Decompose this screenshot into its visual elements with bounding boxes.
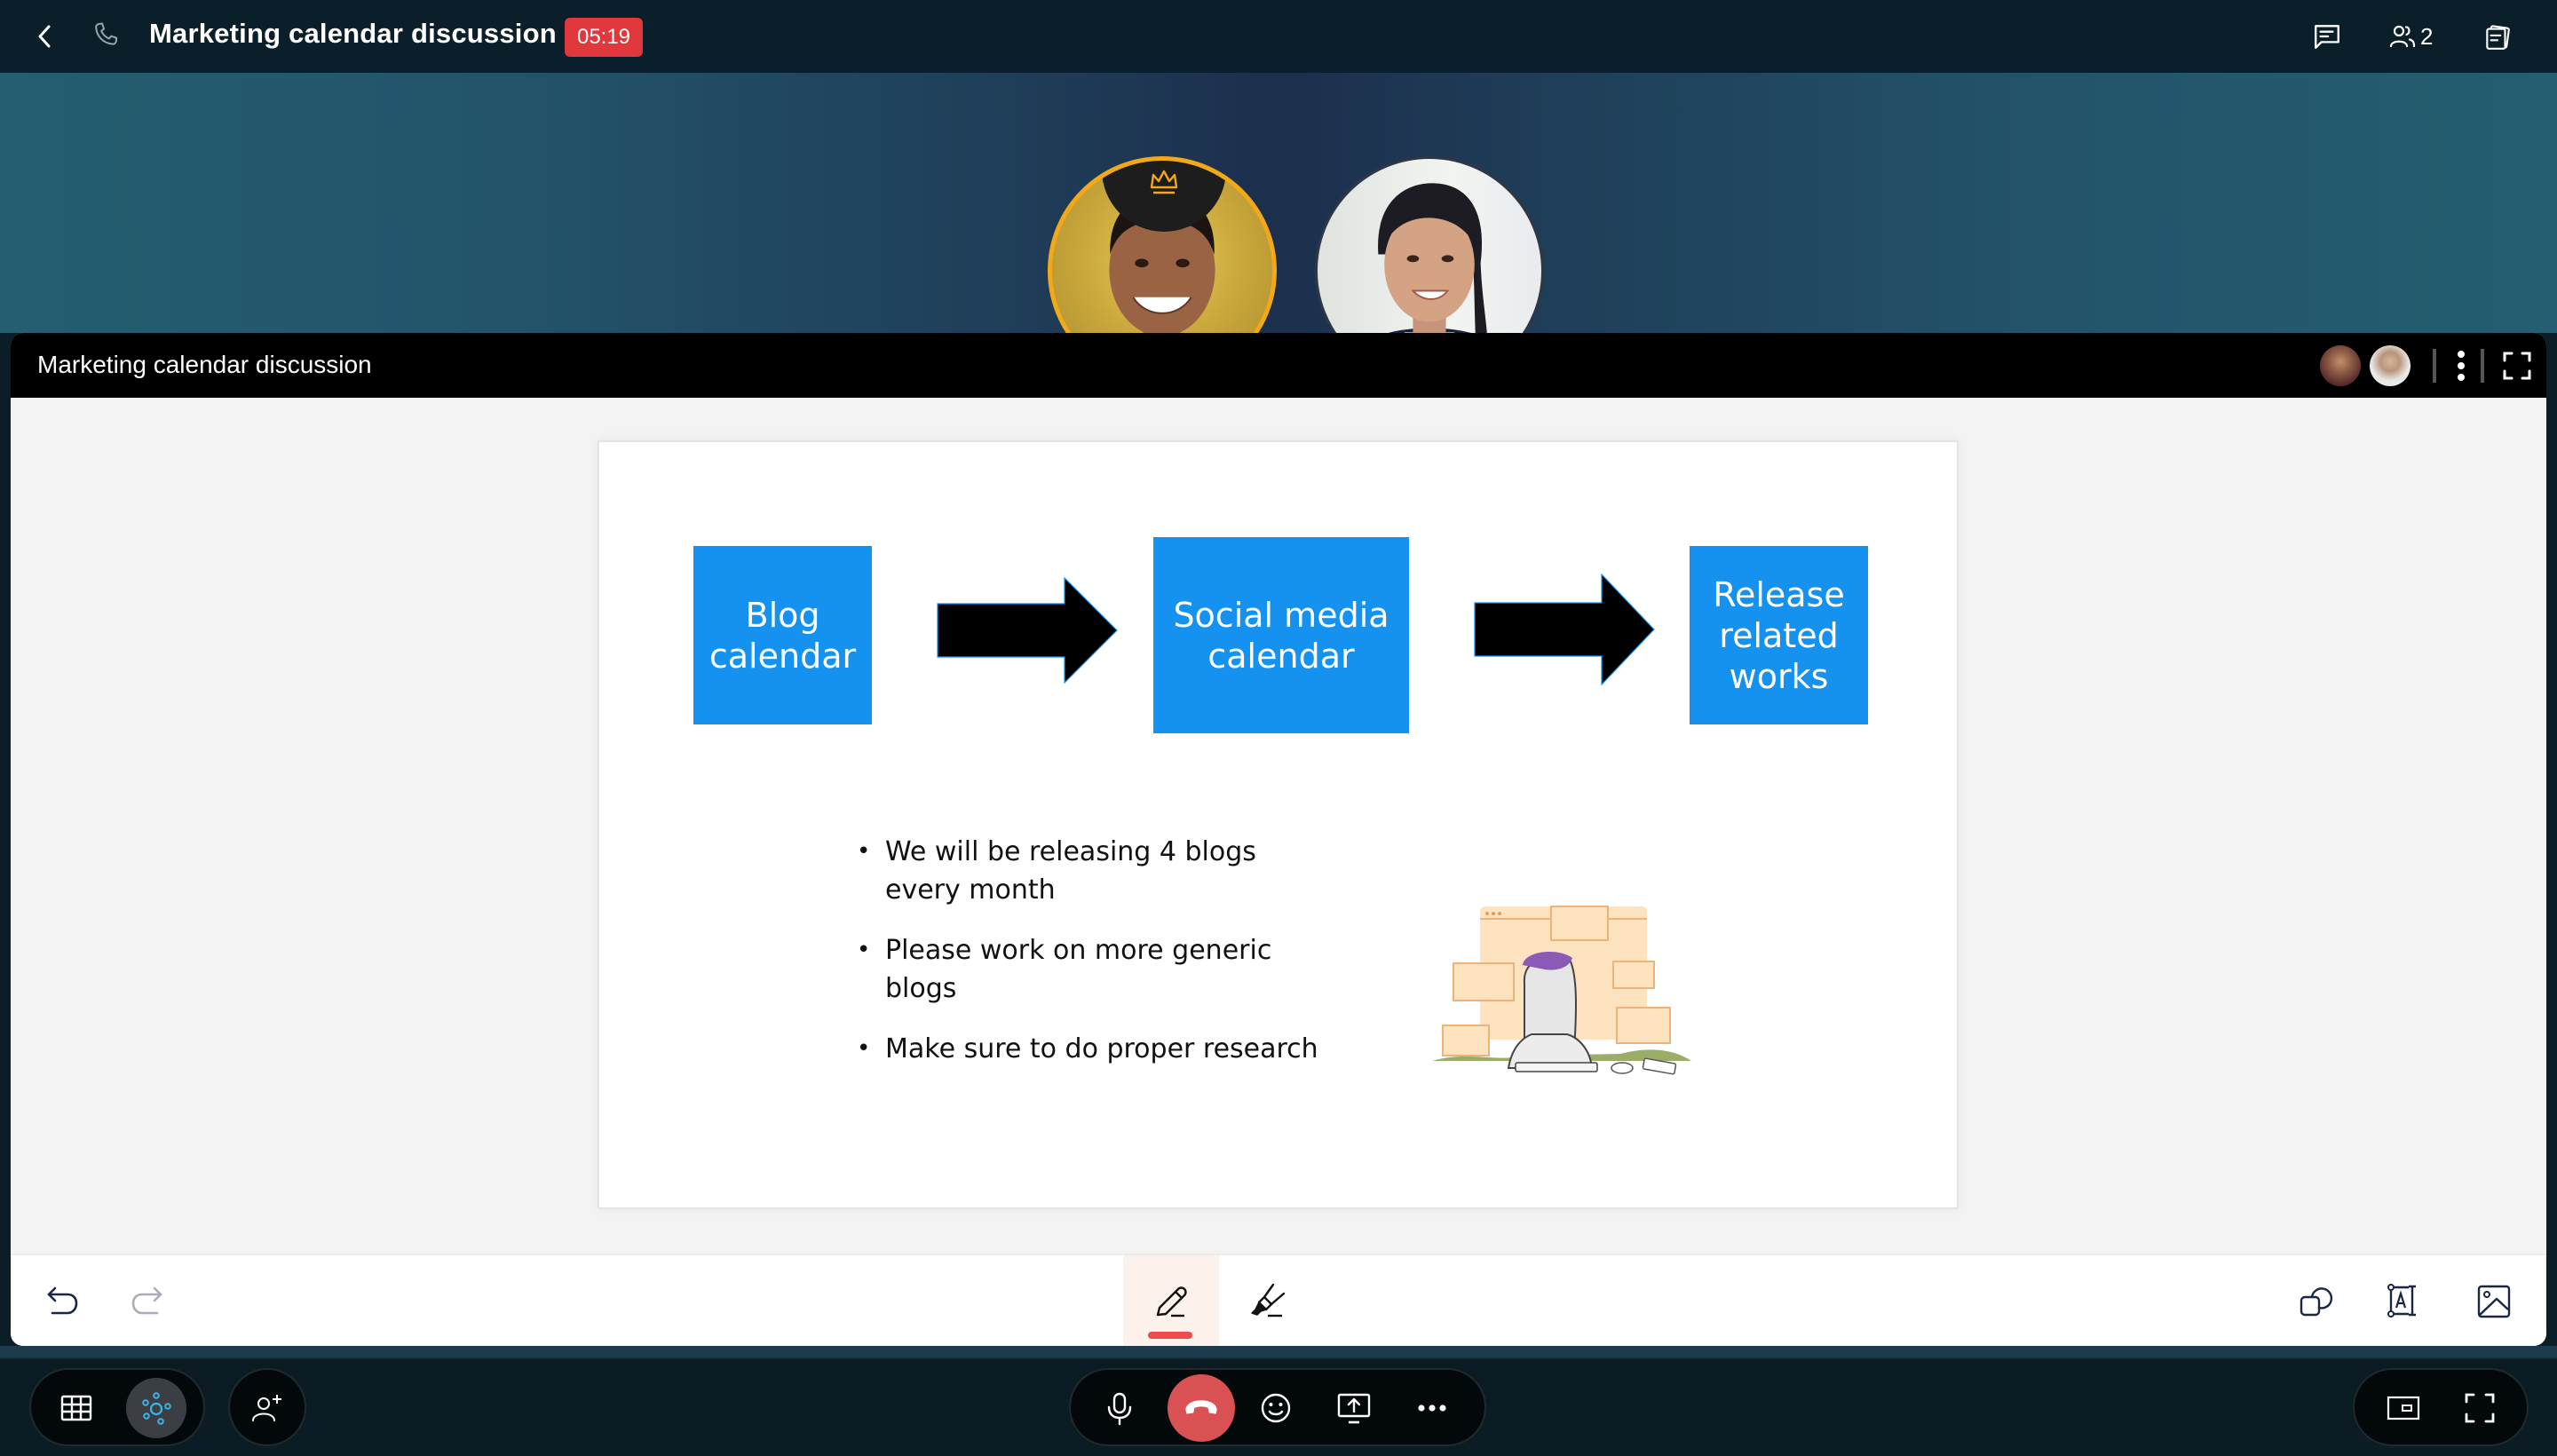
shapes-tool-button[interactable] xyxy=(2285,1255,2347,1346)
notes-button[interactable] xyxy=(2482,18,2518,55)
viewer-avatar[interactable] xyxy=(2370,345,2411,386)
spotlight-view-icon xyxy=(142,1392,171,1425)
emoji-icon xyxy=(1261,1393,1291,1423)
image-icon xyxy=(2477,1285,2511,1318)
bullet-item: We will be releasing 4 blogs every month xyxy=(857,833,1318,909)
header-divider xyxy=(2481,349,2484,383)
participants-button[interactable]: 2 xyxy=(2388,18,2445,55)
crown-icon xyxy=(1150,170,1178,194)
whiteboard-panel: Marketing calendar discussion Blog calen… xyxy=(11,333,2546,1346)
more-options-button[interactable] xyxy=(1402,1378,1462,1438)
participant-stage xyxy=(0,73,2557,385)
slide: Blog calendar Social media calendar Rele… xyxy=(598,440,1959,1209)
people-icon xyxy=(2389,25,2416,48)
highlighter-icon xyxy=(1251,1283,1286,1318)
mute-button[interactable] xyxy=(1089,1378,1150,1438)
fullscreen-icon xyxy=(2503,352,2531,380)
text-box-icon xyxy=(2387,1284,2416,1318)
picture-in-picture-button[interactable] xyxy=(2373,1378,2434,1438)
undo-button[interactable] xyxy=(32,1255,94,1346)
add-participant-icon xyxy=(252,1395,281,1421)
back-button[interactable] xyxy=(32,20,59,53)
microphone-icon xyxy=(1107,1392,1132,1426)
undo-icon xyxy=(47,1286,78,1315)
notes-stack-icon xyxy=(2486,25,2510,50)
call-title: Marketing calendar discussion xyxy=(149,18,557,49)
add-participant-icon-wrap xyxy=(237,1378,297,1438)
end-call-icon xyxy=(1185,1400,1217,1414)
call-type-indicator xyxy=(91,20,123,53)
share-screen-button[interactable] xyxy=(1324,1378,1384,1438)
layout-switcher xyxy=(29,1368,205,1446)
pen-tool-button[interactable] xyxy=(1123,1255,1219,1346)
active-tool-indicator xyxy=(1148,1332,1192,1339)
pen-icon xyxy=(1156,1286,1187,1318)
add-participant-button[interactable] xyxy=(228,1368,306,1446)
image-tool-button[interactable] xyxy=(2463,1255,2525,1346)
redo-icon xyxy=(131,1286,162,1315)
share-screen-icon xyxy=(1337,1393,1371,1424)
fullscreen-icon xyxy=(2465,1393,2495,1423)
bullet-list[interactable]: We will be releasing 4 blogs every month… xyxy=(857,833,1318,1090)
flow-box-blog-calendar[interactable]: Blog calendar xyxy=(693,546,872,724)
whiteboard-header: Marketing calendar discussion xyxy=(11,333,2546,398)
spotlight-view-button[interactable] xyxy=(126,1378,186,1438)
bullet-item: Make sure to do proper research xyxy=(857,1030,1318,1068)
whiteboard-title: Marketing calendar discussion xyxy=(37,351,372,378)
view-controls xyxy=(2353,1368,2529,1446)
header-divider xyxy=(2433,349,2436,383)
redo-button[interactable] xyxy=(115,1255,178,1346)
flow-arrow[interactable] xyxy=(937,577,1118,684)
flow-arrow[interactable] xyxy=(1474,574,1655,685)
chat-icon xyxy=(2315,25,2339,49)
bullet-item: Please work on more generic blogs xyxy=(857,931,1318,1008)
call-timer-badge: 05:19 xyxy=(565,18,643,57)
whiteboard-canvas[interactable]: Blog calendar Social media calendar Rele… xyxy=(11,398,2546,1254)
reactions-button[interactable] xyxy=(1246,1378,1306,1438)
participants-count: 2 xyxy=(2420,22,2434,50)
flow-box-social-media-calendar[interactable]: Social media calendar xyxy=(1153,537,1409,733)
flow-box-release-related-works[interactable]: Release related works xyxy=(1690,546,1868,724)
chevron-left-icon xyxy=(38,25,51,48)
whiteboard-toolbar xyxy=(11,1254,2546,1346)
highlighter-tool-button[interactable] xyxy=(1231,1255,1302,1346)
more-options-icon xyxy=(1418,1405,1446,1412)
whiteboard-menu-button[interactable] xyxy=(2452,347,2470,384)
picture-in-picture-icon xyxy=(2387,1396,2420,1420)
shapes-icon xyxy=(2300,1287,2333,1317)
whiteboard-fullscreen-button[interactable] xyxy=(2502,351,2532,381)
grid-view-icon xyxy=(60,1395,92,1421)
chat-button[interactable] xyxy=(2312,18,2347,55)
fullscreen-button[interactable] xyxy=(2450,1378,2510,1438)
call-controls-bar xyxy=(0,1346,2557,1456)
text-tool-button[interactable] xyxy=(2372,1255,2434,1346)
end-call-button[interactable] xyxy=(1168,1374,1235,1442)
call-actions xyxy=(1069,1368,1486,1446)
phone-icon xyxy=(95,22,118,45)
video-call-illustration[interactable] xyxy=(1416,873,1700,1077)
viewer-avatar[interactable] xyxy=(2320,345,2361,386)
grid-view-button[interactable] xyxy=(46,1378,107,1438)
call-header: Marketing calendar discussion 05:19 2 xyxy=(0,0,2557,73)
